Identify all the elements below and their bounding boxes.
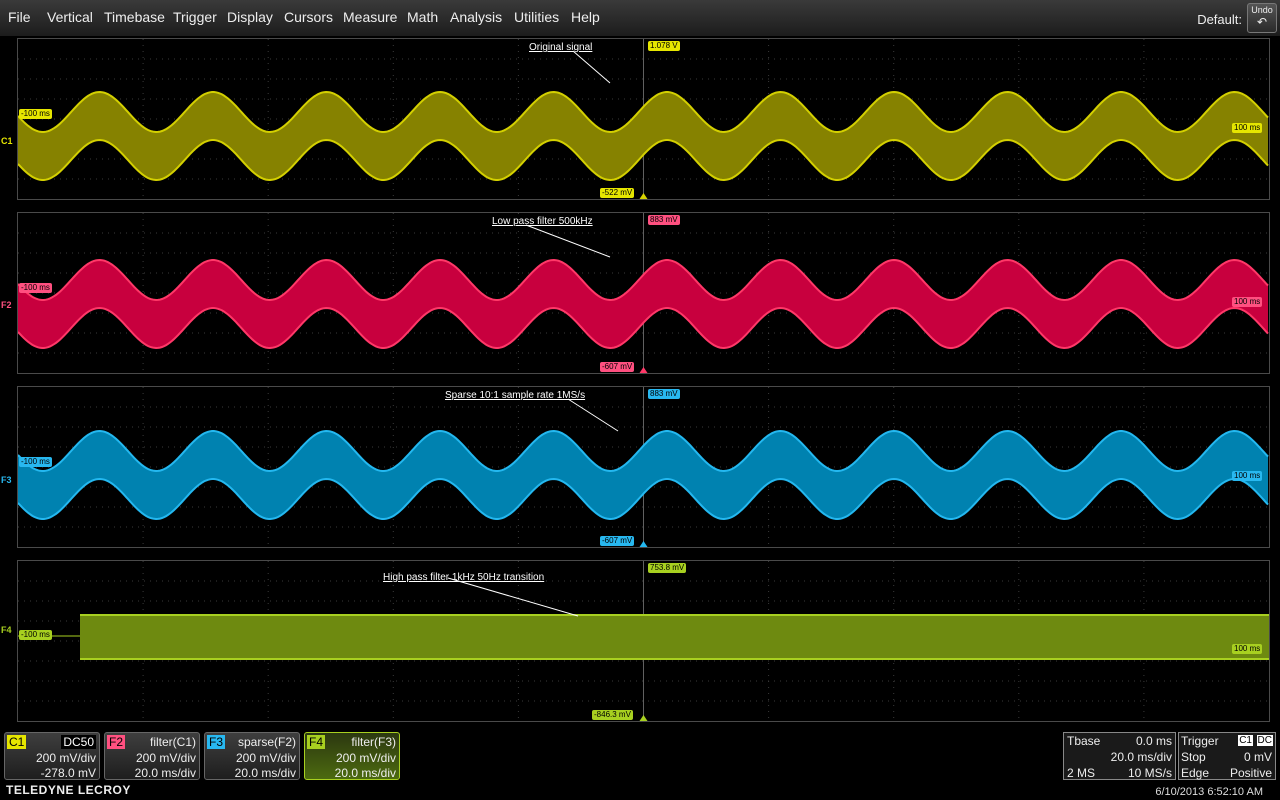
menu-cursors[interactable]: Cursors bbox=[284, 9, 333, 25]
descriptor-timescale: 20.0 ms/div bbox=[134, 766, 196, 780]
waveform-f4 bbox=[18, 561, 1269, 721]
trace-title-f4: High pass filter 1kHz 50Hz transition bbox=[383, 572, 545, 583]
annotation-leader bbox=[447, 577, 579, 617]
grid-f2[interactable] bbox=[17, 212, 1270, 374]
channel-marker-c1[interactable]: C1 bbox=[1, 136, 13, 146]
brand-logo: TELEDYNE LECROY bbox=[6, 783, 131, 797]
annotation-leader bbox=[572, 50, 611, 84]
undo-button[interactable]: Undo ↶ bbox=[1247, 3, 1277, 33]
right-time-c1: 100 ms bbox=[1232, 123, 1263, 133]
grid-f4[interactable] bbox=[17, 560, 1270, 722]
timebase-descriptor[interactable]: Tbase 0.0 ms 20.0 ms/div 2 MS 10 MS/s bbox=[1063, 732, 1176, 780]
top-value-f2: 883 mV bbox=[648, 215, 680, 225]
channel-marker-f2[interactable]: F2 bbox=[1, 300, 12, 310]
descriptor-id: C1 bbox=[7, 735, 27, 749]
descriptor-f2[interactable]: F2 filter(C1) 200 mV/div 20.0 ms/div bbox=[104, 732, 200, 780]
annotation-leader bbox=[567, 398, 619, 432]
left-time-f3: -100 ms bbox=[19, 457, 52, 467]
waveform-c1 bbox=[18, 39, 1269, 199]
descriptor-f4[interactable]: F4 filter(F3) 200 mV/div 20.0 ms/div bbox=[304, 732, 400, 780]
trigger-position-marker bbox=[639, 367, 648, 373]
descriptor-timescale: 20.0 ms/div bbox=[234, 766, 296, 780]
top-value-c1: 1.078 V bbox=[648, 41, 680, 51]
descriptor-offset: -278.0 mV bbox=[40, 766, 96, 780]
waveform-f3 bbox=[18, 387, 1269, 547]
timebase-delay: 0.0 ms bbox=[1135, 734, 1172, 748]
top-value-f3: 883 mV bbox=[648, 389, 680, 399]
trigger-position-marker bbox=[639, 541, 648, 547]
menu-measure[interactable]: Measure bbox=[343, 9, 397, 25]
descriptor-scale: 200 mV/div bbox=[235, 751, 296, 765]
descriptor-function: filter(F3) bbox=[351, 735, 396, 749]
trigger-type: Edge bbox=[1181, 766, 1210, 780]
descriptor-id: F2 bbox=[107, 735, 126, 749]
trigger-level: 0 mV bbox=[1243, 750, 1272, 764]
menu-vertical[interactable]: Vertical bbox=[47, 9, 93, 25]
grid-c1[interactable] bbox=[17, 38, 1270, 200]
bottom-value-f4: -846.3 mV bbox=[592, 710, 633, 720]
descriptor-id: F4 bbox=[307, 735, 326, 749]
undo-arrow-icon: ↶ bbox=[1256, 15, 1268, 29]
descriptor-scale: 200 mV/div bbox=[135, 751, 196, 765]
menu-trigger[interactable]: Trigger bbox=[173, 9, 217, 25]
trigger-label: Trigger bbox=[1181, 734, 1219, 748]
descriptor-function: filter(C1) bbox=[149, 735, 196, 749]
left-time-f4: -100 ms bbox=[19, 630, 52, 640]
descriptor-coupling: DC50 bbox=[61, 735, 96, 749]
default-label: Default: bbox=[1197, 12, 1242, 27]
descriptor-f3[interactable]: F3 sparse(F2) 200 mV/div 20.0 ms/div bbox=[204, 732, 300, 780]
waveform-f2 bbox=[18, 213, 1269, 373]
descriptor-scale: 200 mV/div bbox=[335, 751, 396, 765]
grid-f3[interactable] bbox=[17, 386, 1270, 548]
menu-bar: File Vertical Timebase Trigger Display C… bbox=[0, 0, 1280, 36]
timebase-scale: 20.0 ms/div bbox=[1110, 750, 1172, 764]
trigger-position-marker bbox=[639, 715, 648, 721]
bottom-value-c1: -522 mV bbox=[600, 188, 635, 198]
trigger-source: C1 bbox=[1238, 735, 1253, 746]
waveform-band bbox=[18, 614, 1269, 660]
bottom-value-f2: -607 mV bbox=[600, 362, 635, 372]
descriptor-timescale: 20.0 ms/div bbox=[334, 766, 396, 780]
trace-title-f3: Sparse 10:1 sample rate 1MS/s bbox=[445, 390, 586, 401]
timebase-samples: 2 MS bbox=[1067, 766, 1096, 780]
annotation-leader bbox=[525, 224, 611, 258]
menu-display[interactable]: Display bbox=[227, 9, 273, 25]
trigger-position-marker bbox=[639, 193, 648, 199]
descriptor-id: F3 bbox=[207, 735, 226, 749]
descriptor-scale: 200 mV/div bbox=[35, 751, 96, 765]
left-time-f2: -100 ms bbox=[19, 283, 52, 293]
date-time: 6/10/2013 6:52:10 AM bbox=[1155, 786, 1263, 798]
menu-timebase[interactable]: Timebase bbox=[104, 9, 165, 25]
menu-help[interactable]: Help bbox=[571, 9, 600, 25]
top-value-f4: 753.8 mV bbox=[648, 563, 687, 573]
right-time-f2: 100 ms bbox=[1232, 297, 1263, 307]
timebase-label: Tbase bbox=[1067, 734, 1101, 748]
channel-marker-f3[interactable]: F3 bbox=[1, 475, 12, 485]
menu-math[interactable]: Math bbox=[407, 9, 438, 25]
right-time-f3: 100 ms bbox=[1232, 471, 1263, 481]
descriptor-c1[interactable]: C1 DC50 200 mV/div -278.0 mV bbox=[4, 732, 100, 780]
trace-title-c1: Original signal bbox=[529, 42, 593, 53]
trigger-mode: Stop bbox=[1181, 750, 1206, 764]
channel-marker-f4[interactable]: F4 bbox=[1, 625, 12, 635]
right-time-f4: 100 ms bbox=[1232, 644, 1263, 654]
trigger-coupling: DC bbox=[1256, 735, 1273, 746]
menu-analysis[interactable]: Analysis bbox=[450, 9, 502, 25]
menu-utilities[interactable]: Utilities bbox=[514, 9, 559, 25]
trigger-slope: Positive bbox=[1229, 766, 1272, 780]
trigger-descriptor[interactable]: Trigger C1 DC Stop 0 mV Edge Positive bbox=[1178, 732, 1276, 780]
descriptor-function: sparse(F2) bbox=[237, 735, 296, 749]
left-time-c1: -100 ms bbox=[19, 109, 52, 119]
menu-file[interactable]: File bbox=[8, 9, 31, 25]
trace-title-f2: Low pass filter 500kHz bbox=[492, 216, 593, 227]
bottom-value-f3: -607 mV bbox=[600, 536, 635, 546]
timebase-rate: 10 MS/s bbox=[1127, 766, 1172, 780]
